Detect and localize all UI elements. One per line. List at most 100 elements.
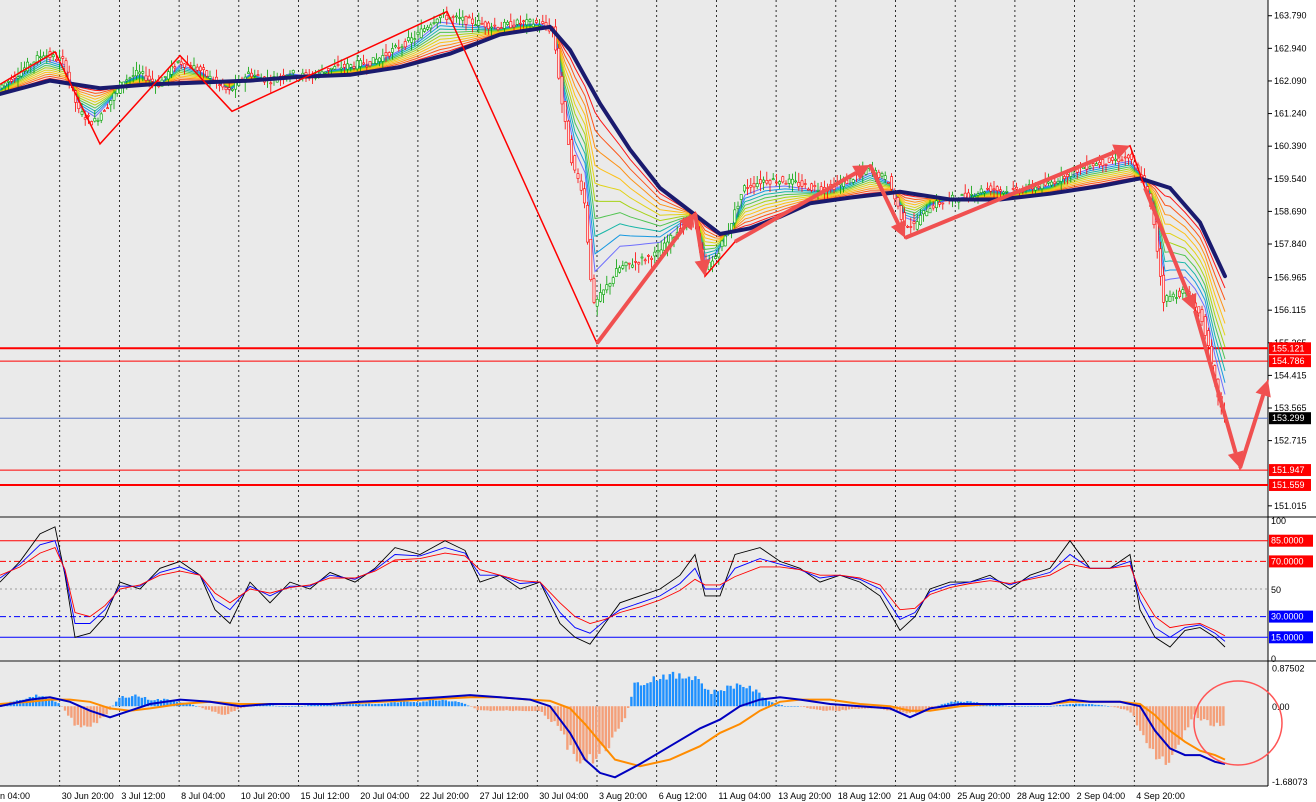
candle-body (470, 18, 474, 24)
macd-histogram-bar (835, 706, 838, 711)
macd-histogram-bar (492, 706, 495, 711)
candle-body (906, 225, 910, 228)
macd-histogram-bar (1011, 706, 1014, 707)
candle-body (566, 120, 570, 145)
macd-histogram-bar (67, 706, 70, 716)
candle-body (1111, 157, 1114, 161)
macd-histogram-bar (361, 704, 364, 707)
macd-histogram-bar (739, 684, 742, 707)
macd-histogram-bar (1023, 706, 1027, 707)
candle-body (634, 261, 638, 263)
macd-histogram-bar (441, 699, 444, 707)
price-tick-label: 154.415 (1274, 370, 1307, 380)
macd-histogram-bar (111, 705, 115, 707)
macd-histogram-bar (1084, 704, 1087, 707)
candle-body (1104, 163, 1108, 166)
candle-body (323, 71, 327, 74)
candle-body (202, 67, 206, 70)
macd-histogram-bar (755, 689, 758, 707)
macd-histogram-bar (351, 704, 355, 707)
macd-histogram-bar (671, 671, 675, 707)
candle-body (435, 18, 439, 23)
candle-body (1053, 181, 1057, 184)
macd-histogram-bar (723, 691, 726, 707)
macd-histogram-bar (207, 706, 211, 710)
macd-histogram-bar (1071, 704, 1075, 707)
candle-body (813, 185, 817, 188)
candle-body (794, 180, 798, 183)
macd-histogram-bar (700, 683, 703, 707)
candle-body (560, 76, 564, 105)
time-label: 25 Aug 20:00 (957, 791, 1010, 801)
candle-body (755, 183, 759, 188)
candle-body (269, 82, 273, 85)
macd-histogram-bar (1097, 704, 1100, 707)
candle-body (541, 21, 545, 24)
forex-chart[interactable]: n 04:00 30 Jun 20:00 3 Jul 12:00 8 Jul 04:0… (0, 0, 1316, 802)
macd-histogram-bar (60, 706, 63, 707)
price-tick-label: 151.015 (1274, 501, 1307, 511)
macd-histogram-bar (1027, 706, 1030, 707)
candle-body (806, 188, 810, 191)
candle-body (502, 21, 506, 29)
candle-body (1175, 297, 1178, 299)
macd-histogram-bar (1046, 706, 1049, 707)
candle-body (195, 66, 199, 71)
macd-histogram-bar (428, 700, 431, 707)
macd-histogram-bar (47, 700, 51, 707)
candle-body (346, 63, 350, 70)
candle-body (38, 56, 42, 59)
candle-body (800, 180, 804, 187)
macd-histogram-bar (703, 688, 707, 707)
macd-histogram-bar (131, 696, 134, 707)
candle-body (886, 181, 890, 184)
candle-body (416, 31, 420, 35)
macd-histogram-bar (1087, 704, 1091, 707)
macd-histogram-bar (915, 706, 918, 713)
candle-body (621, 265, 625, 269)
candle-body (989, 185, 993, 192)
macd-histogram-bar (1126, 706, 1129, 711)
stoch-level-label: 70.0000 (1271, 556, 1304, 566)
macd-tick-label: 0.87502 (1272, 663, 1305, 673)
macd-histogram-bar (1081, 703, 1084, 707)
stoch-level-label: 30.0000 (1271, 612, 1304, 622)
candle-body (982, 191, 986, 194)
candle-body (1162, 274, 1166, 303)
macd-histogram-bar (211, 706, 214, 712)
candle-body (330, 67, 334, 70)
candle-body (922, 210, 926, 215)
macd-histogram-bar (364, 703, 367, 707)
candle-body (51, 54, 55, 58)
candle-body (963, 192, 967, 198)
time-label: 18 Aug 12:00 (838, 791, 891, 801)
macd-histogram-bar (502, 706, 505, 711)
candle-body (506, 21, 510, 25)
macd-histogram-bar (377, 703, 380, 707)
candle-body (16, 76, 20, 79)
macd-histogram-bar (275, 705, 278, 707)
macd-histogram-bar (1014, 706, 1017, 707)
macd-histogram-bar (831, 706, 835, 711)
candle-body (141, 71, 145, 74)
macd-histogram-bar (1183, 706, 1187, 731)
candle-body (493, 24, 497, 27)
macd-histogram-bar (1052, 705, 1055, 707)
macd-histogram-bar (1177, 706, 1180, 745)
candle-body (816, 190, 820, 192)
candle-body (1178, 290, 1182, 297)
time-label: 27 Jul 12:00 (480, 791, 529, 801)
last-price-label: 153.299 (1272, 413, 1305, 423)
time-label: 28 Aug 12:00 (1017, 791, 1070, 801)
macd-histogram-bar (124, 697, 127, 707)
candle-body (934, 200, 938, 209)
candle-body (752, 183, 756, 188)
candle-body (1034, 186, 1038, 191)
time-label: 11 Aug 04:00 (718, 791, 770, 801)
macd-histogram-bar (655, 680, 659, 707)
time-label: 30 Jul 04:00 (539, 791, 588, 801)
candle-body (397, 46, 401, 49)
candle-body (518, 22, 522, 25)
macd-histogram-bar (598, 706, 601, 754)
macd-histogram-bar (396, 702, 399, 707)
